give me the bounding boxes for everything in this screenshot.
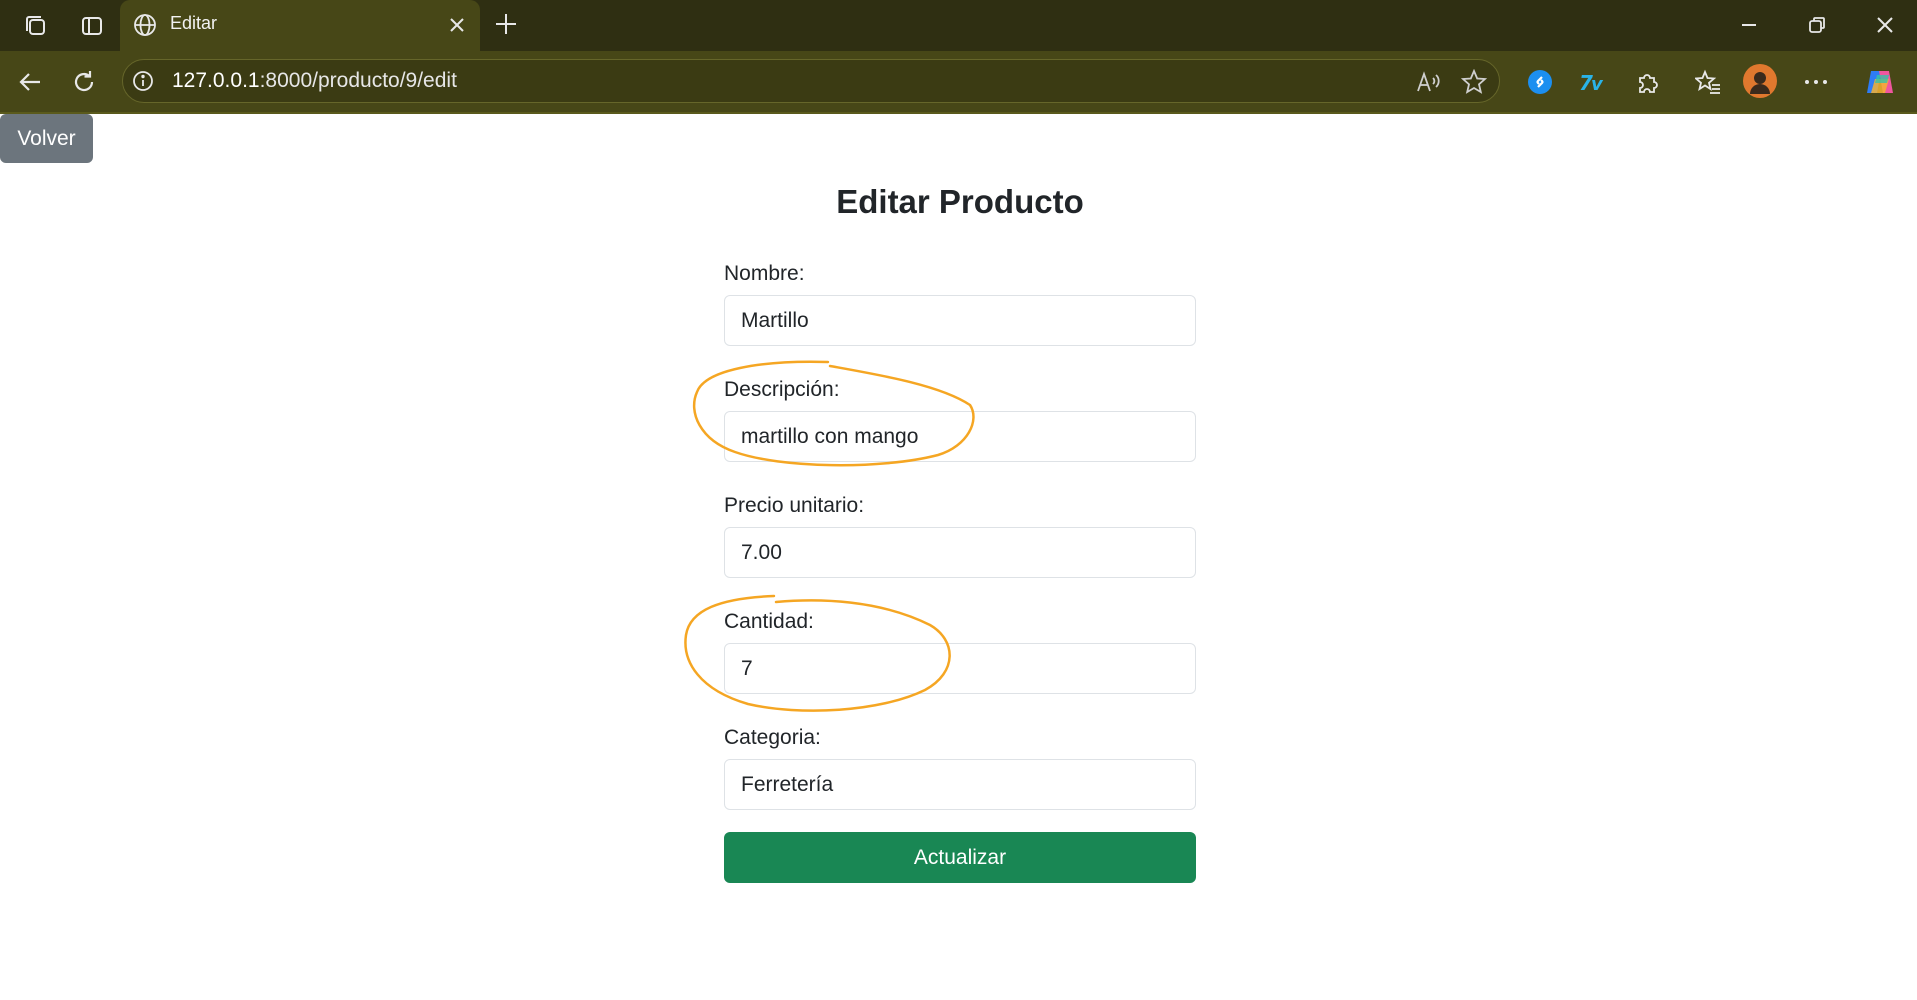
- url-host: 127.0.0.1: [172, 69, 260, 92]
- cantidad-label: Cantidad:: [724, 610, 814, 633]
- info-icon[interactable]: [130, 68, 156, 94]
- descripcion-label: Descripción:: [724, 378, 840, 401]
- favorites-icon[interactable]: [1692, 66, 1724, 98]
- categoria-label: Categoria:: [724, 726, 821, 749]
- nombre-label: Nombre:: [724, 262, 805, 285]
- globe-icon: [130, 10, 160, 40]
- shazam-extension-icon[interactable]: [1524, 66, 1556, 98]
- svg-text:v: v: [1591, 74, 1604, 94]
- favorite-star-icon[interactable]: [1458, 66, 1490, 98]
- nombre-input[interactable]: [724, 295, 1196, 346]
- profile-avatar[interactable]: [1743, 64, 1777, 98]
- precio-unitario-input[interactable]: [724, 527, 1196, 578]
- descripcion-input[interactable]: [724, 411, 1196, 462]
- close-window-icon[interactable]: [1870, 10, 1900, 40]
- minimize-icon[interactable]: [1734, 10, 1764, 40]
- cantidad-input[interactable]: [724, 643, 1196, 694]
- actualizar-button[interactable]: Actualizar: [724, 832, 1196, 883]
- refresh-icon[interactable]: [68, 66, 100, 98]
- categoria-input[interactable]: [724, 759, 1196, 810]
- page-title: Editar Producto: [836, 183, 1084, 220]
- restore-icon[interactable]: [1802, 10, 1832, 40]
- extensions-icon[interactable]: [1632, 66, 1664, 98]
- precio-unitario-label: Precio unitario:: [724, 494, 865, 517]
- copilot-icon[interactable]: [1862, 64, 1898, 100]
- close-tab-icon[interactable]: [444, 12, 470, 38]
- edit-product-form: Nombre: Descripción: Precio unitario: Ca…: [724, 258, 1196, 883]
- new-tab-icon[interactable]: [490, 8, 522, 40]
- url-text[interactable]: 127.0.0.1:8000/producto/9/edit: [172, 69, 457, 93]
- read-aloud-icon[interactable]: [1412, 66, 1444, 98]
- url-path: :8000/producto/9/edit: [259, 69, 457, 92]
- workspaces-icon[interactable]: [20, 10, 52, 42]
- tab-actions-icon[interactable]: [76, 10, 108, 42]
- translate-extension-icon[interactable]: 7v: [1576, 66, 1610, 98]
- back-icon[interactable]: [14, 66, 46, 98]
- volver-button[interactable]: Volver: [0, 114, 93, 163]
- tab-title: Editar: [170, 13, 218, 33]
- more-icon[interactable]: [1800, 66, 1832, 98]
